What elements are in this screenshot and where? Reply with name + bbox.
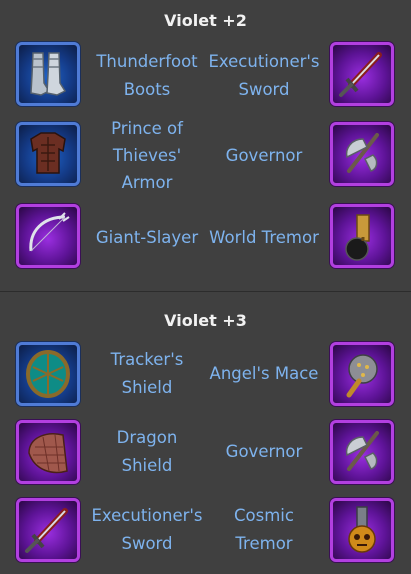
item-name: Executioner's Sword <box>91 506 203 553</box>
list-item: Prince of Thieves' Armor Governor <box>0 118 411 194</box>
angels-mace-icon[interactable] <box>330 342 394 406</box>
item-name: Dragon Shield <box>116 428 178 475</box>
giant-slayer-bow-icon[interactable] <box>16 204 80 268</box>
cosmic-tremor-hammer-icon[interactable] <box>330 498 394 562</box>
list-item: Dragon Shield Governor <box>0 418 411 490</box>
list-item: Tracker's Shield Angel's Mace <box>0 340 411 412</box>
executioners-sword-icon[interactable] <box>330 42 394 106</box>
section-title-violet-3: Violet +3 <box>164 311 247 330</box>
list-item: Thunderfoot Boots Executioner's Sword <box>0 40 411 112</box>
item-name: Prince of Thieves' Armor <box>111 119 183 192</box>
list-item: Giant-Slayer World Tremor <box>0 202 411 274</box>
item-name: Angel's Mace <box>209 364 319 383</box>
item-name: World Tremor <box>209 228 319 247</box>
item-name: Thunderfoot Boots <box>96 52 198 99</box>
item-name: Governor <box>225 442 303 461</box>
world-tremor-hammer-icon[interactable] <box>330 204 394 268</box>
item-name: Cosmic Tremor <box>234 506 294 553</box>
list-item: Executioner's Sword Cosmic Tremor <box>0 496 411 568</box>
item-name: Governor <box>225 146 303 165</box>
governor-axe-icon[interactable] <box>330 122 394 186</box>
item-name: Giant-Slayer <box>95 228 199 247</box>
trackers-shield-icon[interactable] <box>16 342 80 406</box>
thunderfoot-boots-icon[interactable] <box>16 42 80 106</box>
item-name: Tracker's Shield <box>110 350 184 397</box>
executioners-sword-icon[interactable] <box>16 498 80 562</box>
governor-axe-icon[interactable] <box>330 420 394 484</box>
item-name: Executioner's Sword <box>208 52 320 99</box>
prince-of-thieves-armor-icon[interactable] <box>16 122 80 186</box>
dragon-shield-icon[interactable] <box>16 420 80 484</box>
section-divider <box>0 291 411 292</box>
section-title-violet-2: Violet +2 <box>164 11 247 30</box>
